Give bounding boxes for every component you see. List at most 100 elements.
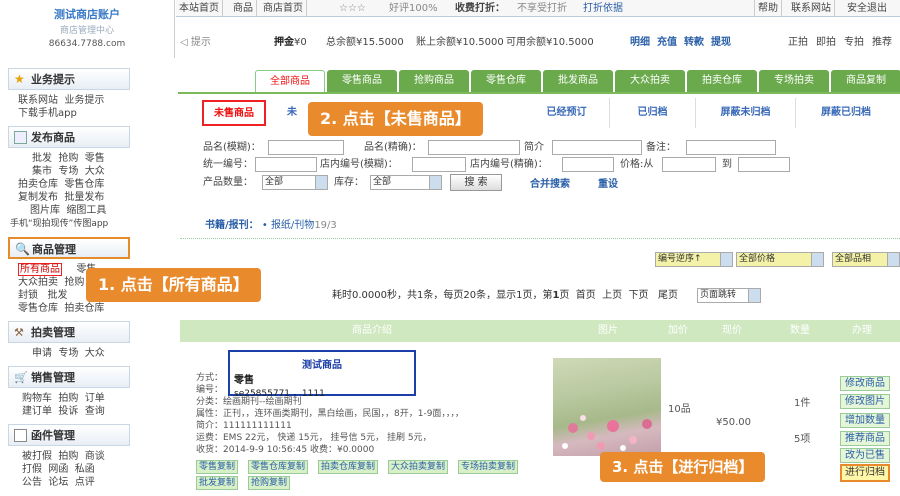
section-business-tips[interactable]: ★ 业务提示	[8, 68, 130, 90]
recommend-product-button[interactable]: 推荐商品	[840, 431, 890, 446]
sort-order-select[interactable]: 编号逆序↑	[655, 252, 733, 267]
withdraw-link[interactable]: 提现	[711, 30, 731, 56]
shop-logo[interactable]: 测试商店账户 商店管理中心 86634.7788.com	[0, 0, 175, 58]
recommend-link[interactable]: 推荐	[872, 30, 892, 56]
hint-label[interactable]: ◁ 提示	[180, 30, 211, 56]
blocked-link[interactable]: 封锁	[18, 290, 38, 301]
auction-warehouse-link[interactable]: 拍卖仓库	[64, 303, 104, 314]
tab-retail-warehouse[interactable]: 零售仓库	[471, 70, 541, 92]
thumbnail-tool[interactable]: 缩图工具	[66, 205, 106, 216]
next-page-link[interactable]: 下页	[629, 290, 649, 301]
copy-wholesale-button[interactable]: 批发复制	[196, 476, 239, 490]
all-products-link[interactable]: 所有商品	[18, 263, 62, 276]
notice-link[interactable]: 公告	[22, 477, 42, 488]
app-download-link[interactable]: 下载手机app	[18, 108, 77, 119]
tips-link[interactable]: 业务提示	[64, 95, 104, 106]
publish-auction-warehouse[interactable]: 拍卖仓库	[18, 179, 58, 190]
qty-select[interactable]: 全部	[262, 175, 328, 190]
tab-product-copy[interactable]: 商品复制	[831, 70, 900, 92]
page-jump-select[interactable]: 页面跳转	[697, 288, 761, 303]
special-auction-link[interactable]: 专拍	[844, 30, 864, 56]
last-page-link[interactable]: 尾页	[658, 290, 678, 301]
section-sales-management[interactable]: 🛒 销售管理	[8, 366, 130, 388]
mobile-upload-app[interactable]: 手机“现拍现传”传图app	[10, 219, 108, 229]
price-from-input[interactable]	[662, 157, 716, 172]
home-link[interactable]: 本站首页	[176, 0, 223, 17]
mark-sold-button[interactable]: 改为已售	[840, 448, 890, 463]
section-mail-management[interactable]: 函件管理	[8, 424, 130, 446]
copy-flash-button[interactable]: 抢购复制	[248, 476, 291, 490]
product-title[interactable]: 测试商品	[230, 356, 414, 371]
tab-retail[interactable]: 零售商品	[327, 70, 397, 92]
negotiate-link[interactable]: 商谈	[85, 451, 105, 462]
review-link[interactable]: 点评	[75, 477, 95, 488]
edit-image-button[interactable]: 修改图片	[840, 394, 890, 409]
transfer-link[interactable]: 转款	[684, 30, 704, 56]
orders-link[interactable]: 订单	[85, 393, 105, 404]
section-product-management[interactable]: 🔍 商品管理	[8, 237, 130, 259]
apply-link[interactable]: 申请	[32, 348, 52, 359]
product-link[interactable]: 商品	[230, 0, 257, 17]
publish-copy[interactable]: 复制发布	[18, 192, 58, 203]
subtab-unsold[interactable]: 未售商品	[202, 100, 266, 126]
purchase-link[interactable]: 拍购	[58, 393, 78, 404]
code-input[interactable]	[255, 157, 317, 172]
section-publish[interactable]: 发布商品	[8, 126, 130, 148]
condition-filter-select[interactable]: 全部品相	[832, 252, 900, 267]
brief-input[interactable]	[552, 140, 642, 155]
name-fuzzy-input[interactable]	[268, 140, 344, 155]
tab-special-auction[interactable]: 专场拍卖	[759, 70, 829, 92]
section-auction-management[interactable]: ⚒ 拍卖管理	[8, 321, 130, 343]
subtab-partial[interactable]: 未	[272, 98, 312, 128]
publish-wholesale[interactable]: 批发	[32, 153, 52, 164]
instant-auction-link[interactable]: 即拍	[816, 30, 836, 56]
forum-link[interactable]: 论坛	[48, 477, 68, 488]
create-order-link[interactable]: 建订单	[22, 406, 52, 417]
price-to-input[interactable]	[738, 157, 790, 172]
publish-public[interactable]: 大众	[85, 166, 105, 177]
recharge-link[interactable]: 充值	[657, 30, 677, 56]
publish-special[interactable]: 专场	[58, 166, 78, 177]
publish-retail-warehouse[interactable]: 零售仓库	[64, 179, 104, 190]
logout-link[interactable]: 安全退出	[844, 0, 890, 17]
price-filter-select[interactable]: 全部价格	[736, 252, 824, 267]
discount-basis-link[interactable]: 打折依据	[580, 0, 626, 17]
query-link[interactable]: 查询	[85, 406, 105, 417]
contact-link[interactable]: 联系网站	[18, 95, 58, 106]
shopcode-exact-input[interactable]	[562, 157, 614, 172]
web-mail-link[interactable]: 网函	[48, 464, 68, 475]
retail-warehouse-link[interactable]: 零售仓库	[18, 303, 58, 314]
copy-special-auction-button[interactable]: 专场拍卖复制	[458, 460, 519, 474]
first-page-link[interactable]: 首页	[576, 290, 596, 301]
reported-link[interactable]: 被打假	[22, 451, 52, 462]
publish-market[interactable]: 集市	[32, 166, 52, 177]
detail-link[interactable]: 明细	[630, 30, 650, 56]
tab-all-products[interactable]: 全部商品	[255, 70, 325, 92]
category-link[interactable]: 报纸/刊物19/3	[271, 220, 337, 231]
shop-home-link[interactable]: 商店首页	[260, 0, 307, 17]
remark-input[interactable]	[686, 140, 776, 155]
subtab-reserved[interactable]: 已经预订	[524, 98, 610, 128]
shopcode-input[interactable]	[412, 157, 466, 172]
copy-retail-button[interactable]: 零售复制	[196, 460, 239, 474]
tab-flash[interactable]: 抢购商品	[399, 70, 469, 92]
private-mail-link[interactable]: 私函	[75, 464, 95, 475]
tab-wholesale[interactable]: 批发商品	[543, 70, 613, 92]
subtab-blocked-archived[interactable]: 屏蔽已归档	[796, 98, 896, 128]
help-link[interactable]: 帮助	[754, 0, 782, 17]
mail-purchase-link[interactable]: 拍购	[58, 451, 78, 462]
name-exact-input[interactable]	[428, 140, 520, 155]
image-library[interactable]: 图片库	[30, 205, 60, 216]
tab-public-auction[interactable]: 大众拍卖	[615, 70, 685, 92]
flash-link[interactable]: 抢购	[64, 277, 84, 288]
complaint-link[interactable]: 投诉	[58, 406, 78, 417]
add-qty-button[interactable]: 增加数量	[840, 413, 890, 428]
wholesale-link[interactable]: 批发	[48, 290, 68, 301]
report-link[interactable]: 打假	[22, 464, 42, 475]
public-link[interactable]: 大众	[85, 348, 105, 359]
archive-button[interactable]: 进行归档	[840, 464, 890, 482]
edit-product-button[interactable]: 修改商品	[840, 376, 890, 391]
special-link[interactable]: 专场	[58, 348, 78, 359]
publish-flash[interactable]: 抢购	[58, 153, 78, 164]
merge-search-link[interactable]: 合并搜索	[530, 175, 570, 190]
